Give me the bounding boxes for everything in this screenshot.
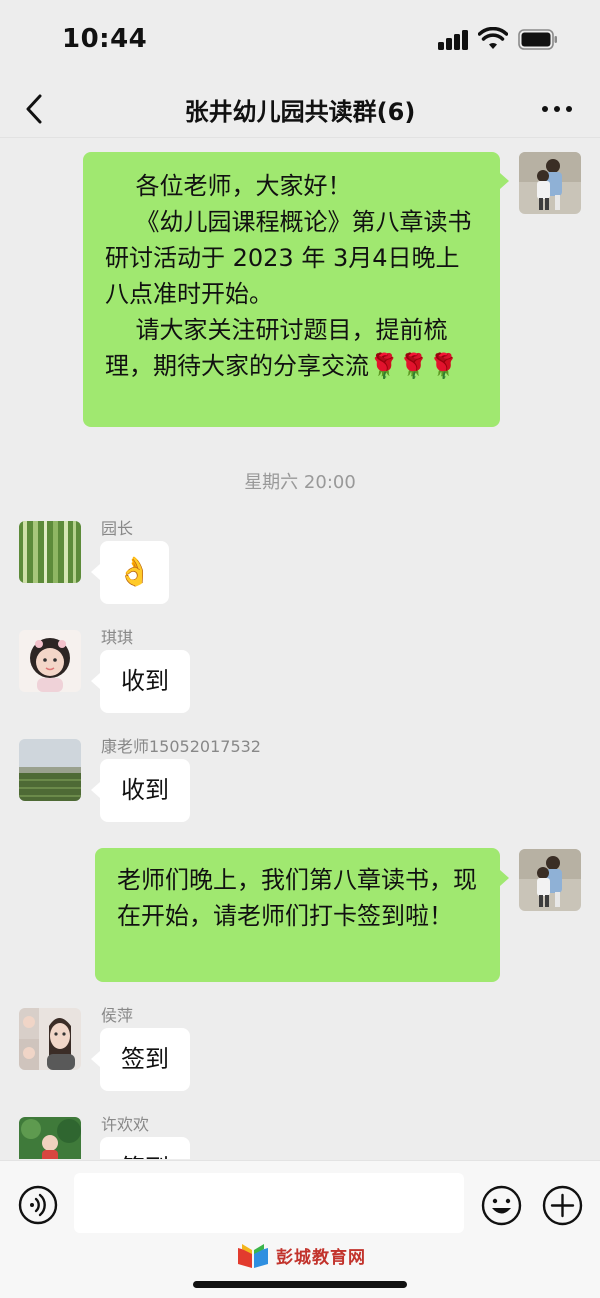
- book-logo-icon: [238, 1244, 268, 1268]
- message-paragraph: 老师们晚上，我们第八章读书，现在开始，请老师们打卡签到啦！: [117, 866, 477, 930]
- wifi-icon: [478, 27, 508, 49]
- avatar-self[interactable]: [519, 849, 581, 911]
- chat-header: 张井幼儿园共读群(6): [0, 80, 600, 138]
- avatar-yuanzhang[interactable]: [19, 521, 81, 583]
- message-paragraph: 请大家关注研讨题目，提前梳理，期待大家的分享交流🌹🌹🌹: [105, 316, 459, 380]
- chat-title: 张井幼儿园共读群(6): [184, 98, 416, 126]
- bubble-tail: [500, 870, 509, 886]
- voice-icon[interactable]: [18, 1185, 58, 1225]
- message-bubble-outgoing[interactable]: 老师们晚上，我们第八章读书，现在开始，请老师们打卡签到啦！: [95, 848, 500, 982]
- cellular-signal-icon: [438, 30, 470, 50]
- message-bubble-incoming[interactable]: 签到: [100, 1028, 190, 1091]
- avatar-self[interactable]: [519, 152, 581, 214]
- sender-name: 康老师15052017532: [101, 737, 261, 756]
- message-bubble-incoming[interactable]: 收到: [100, 650, 190, 713]
- input-toolbar: 彭城教育网: [0, 1160, 600, 1298]
- message-text: 收到: [121, 776, 169, 804]
- status-time: 10:44: [62, 24, 148, 54]
- status-bar: 10:44: [0, 0, 600, 80]
- bubble-tail: [91, 782, 100, 798]
- avatar-xuhuanhuan[interactable]: [19, 1117, 81, 1159]
- message-bubble-outgoing[interactable]: 各位老师，大家好！ 《幼儿园课程概论》第八章读书研讨活动于 2023 年 3月4…: [83, 152, 500, 427]
- sender-name: 园长: [101, 519, 134, 538]
- message-text: 收到: [121, 667, 169, 695]
- message-paragraph: 各位老师，大家好！: [105, 172, 352, 200]
- plus-icon[interactable]: [542, 1185, 583, 1226]
- watermark-text: 彭城教育网: [276, 1247, 366, 1268]
- bubble-tail: [91, 1051, 100, 1067]
- message-input[interactable]: [74, 1173, 464, 1233]
- bubble-tail: [91, 673, 100, 689]
- message-bubble-incoming[interactable]: 👌: [100, 541, 169, 604]
- avatar-houping[interactable]: [19, 1008, 81, 1070]
- emoji-icon[interactable]: [481, 1185, 522, 1226]
- ok-emoji: 👌: [117, 555, 152, 588]
- message-paragraph: 《幼儿园课程概论》第八章读书研讨活动于 2023 年 3月4日晚上八点准时开始。: [105, 208, 472, 308]
- sender-name: 琪琪: [101, 628, 134, 647]
- sender-name: 许欢欢: [101, 1115, 150, 1134]
- chevron-left-icon[interactable]: [20, 92, 48, 126]
- chat-message-list[interactable]: 各位老师，大家好！ 《幼儿园课程概论》第八章读书研讨活动于 2023 年 3月4…: [0, 139, 600, 1159]
- avatar-kang[interactable]: [19, 739, 81, 801]
- avatar-qiqi[interactable]: [19, 630, 81, 692]
- home-indicator[interactable]: [193, 1281, 407, 1288]
- bubble-tail: [500, 173, 509, 189]
- timestamp-divider: 星期六 20:00: [244, 472, 356, 493]
- message-bubble-incoming[interactable]: 签到: [100, 1137, 190, 1159]
- message-bubble-incoming[interactable]: 收到: [100, 759, 190, 822]
- more-dots-icon[interactable]: [540, 104, 574, 114]
- watermark-logo: 彭城教育网: [236, 1239, 366, 1271]
- message-text: 签到: [121, 1045, 169, 1073]
- battery-icon: [518, 29, 557, 50]
- sender-name: 侯萍: [101, 1006, 134, 1025]
- bubble-tail: [91, 564, 100, 580]
- message-text: 签到: [121, 1154, 169, 1159]
